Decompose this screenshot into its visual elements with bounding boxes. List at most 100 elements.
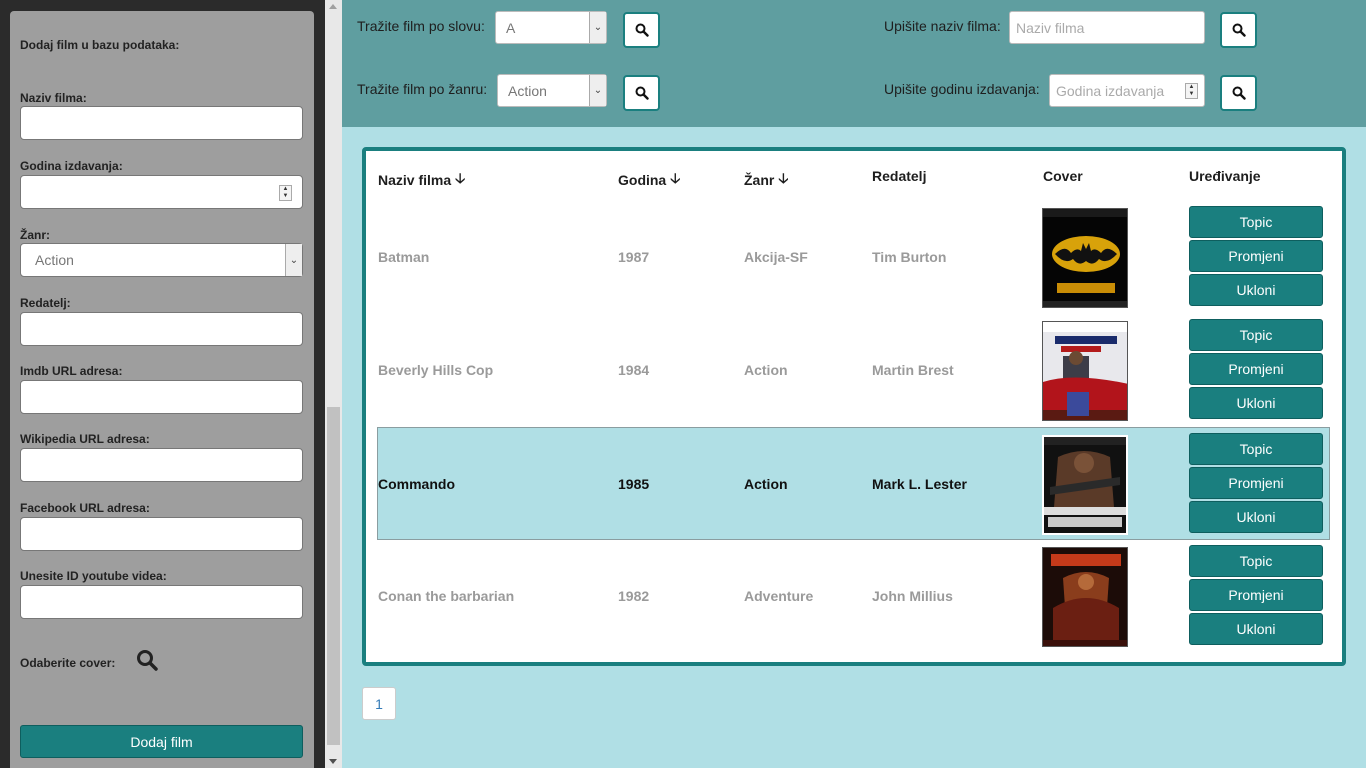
letter-select-value: A [506, 19, 516, 36]
table-row-selected[interactable]: Commando 1985 Action Mark L. Lester Topi… [377, 427, 1330, 540]
movies-table: Naziv filma 🡣 Godina 🡣 Žanr 🡣 Redatelj Cove… [362, 147, 1346, 666]
cell-director: Martin Brest [872, 362, 954, 378]
remove-button[interactable]: Ukloni [1189, 501, 1323, 533]
genre-filter-select[interactable]: Action ⌄ [497, 74, 607, 107]
column-header-genre-text: Žanr [744, 172, 775, 188]
table-row[interactable]: Beverly Hills Cop 1984 Action Martin Bre… [377, 314, 1330, 427]
cover-image [1042, 208, 1128, 308]
search-icon [635, 23, 649, 37]
cell-year: 1987 [618, 249, 650, 265]
search-icon [1232, 23, 1246, 37]
add-movie-sidebar: Dodaj film u bazu podataka: Naziv filma:… [10, 11, 314, 768]
add-movie-button[interactable]: Dodaj film [20, 725, 303, 758]
sort-arrow-down-icon[interactable]: 🡣 [670, 168, 680, 192]
edit-button[interactable]: Promjeni [1189, 353, 1323, 385]
facebook-url-label: Facebook URL adresa: [20, 501, 150, 515]
cell-title: Commando [378, 476, 455, 492]
title-input[interactable] [20, 106, 303, 140]
chevron-down-icon: ⌄ [589, 12, 606, 43]
search-by-genre-label: Tražite film po žanru: [357, 81, 488, 97]
remove-button[interactable]: Ukloni [1189, 613, 1323, 645]
release-year-input[interactable]: Godina izdavanja ▲ ▼ [1049, 74, 1205, 107]
wikipedia-url-label: Wikipedia URL adresa: [20, 432, 150, 446]
year-label: Godina izdavanja: [20, 159, 123, 173]
topic-button[interactable]: Topic [1189, 433, 1323, 465]
search-letter-button[interactable] [623, 12, 660, 48]
cover-image [1042, 435, 1128, 535]
sidebar-title: Dodaj film u bazu podataka: [20, 38, 180, 52]
search-bar: Tražite film po slovu: A ⌄ Tražite film … [342, 0, 1366, 127]
search-by-name-label: Upišite naziv filma: [884, 18, 1001, 34]
sort-arrow-down-icon[interactable]: 🡣 [778, 168, 788, 192]
genre-label: Žanr: [20, 228, 50, 242]
cover-image [1042, 321, 1128, 421]
pagination-page-1[interactable]: 1 [362, 687, 396, 720]
topic-button[interactable]: Topic [1189, 545, 1323, 577]
chevron-down-icon: ⌄ [589, 75, 606, 106]
sidebar-scrollbar[interactable] [325, 0, 342, 768]
cell-genre: Akcija-SF [744, 249, 808, 265]
youtube-id-label: Unesite ID youtube videa: [20, 569, 167, 583]
search-genre-button[interactable] [623, 75, 660, 111]
scroll-down-arrow-icon[interactable] [329, 759, 337, 764]
topic-button[interactable]: Topic [1189, 206, 1323, 238]
remove-button[interactable]: Ukloni [1189, 387, 1323, 419]
topic-button[interactable]: Topic [1189, 319, 1323, 351]
cell-director: Mark L. Lester [872, 476, 967, 492]
column-header-director: Redatelj [872, 168, 927, 184]
column-header-genre[interactable]: Žanr 🡣 [744, 168, 788, 192]
column-header-actions: Uređivanje [1189, 168, 1261, 184]
search-by-year-label: Upišite godinu izdavanja: [884, 81, 1040, 97]
cell-genre: Action [744, 476, 788, 492]
column-header-title-text: Naziv filma [378, 172, 452, 188]
year-spinner[interactable]: ▲ ▼ [279, 185, 292, 201]
column-header-title[interactable]: Naziv filma 🡣 [378, 168, 465, 192]
youtube-id-input[interactable] [20, 585, 303, 619]
genre-select[interactable]: Action ⌄ [20, 243, 303, 277]
imdb-url-label: Imdb URL adresa: [20, 364, 123, 378]
cell-genre: Adventure [744, 588, 814, 604]
genre-filter-value: Action [508, 82, 547, 99]
genre-select-value: Action [35, 252, 74, 268]
year-input[interactable]: ▲ ▼ [20, 175, 303, 209]
search-icon [635, 86, 649, 100]
cell-year: 1982 [618, 588, 650, 604]
edit-button[interactable]: Promjeni [1189, 579, 1323, 611]
cell-title: Conan the barbarian [378, 588, 515, 604]
cell-director: John Millius [872, 588, 953, 604]
column-header-year-text: Godina [618, 172, 667, 188]
table-row[interactable]: Conan the barbarian 1982 Adventure John … [377, 540, 1330, 653]
cell-year: 1985 [618, 476, 650, 492]
letter-select[interactable]: A ⌄ [495, 11, 607, 44]
release-year-placeholder: Godina izdavanja [1056, 82, 1165, 99]
title-label: Naziv filma: [20, 91, 87, 105]
table-row[interactable]: Batman 1987 Akcija-SF Tim Burton Topic P… [377, 201, 1330, 314]
facebook-url-input[interactable] [20, 517, 303, 551]
imdb-url-input[interactable] [20, 380, 303, 414]
cell-title: Batman [378, 249, 430, 265]
director-input[interactable] [20, 312, 303, 346]
remove-button[interactable]: Ukloni [1189, 274, 1323, 306]
scrollbar-thumb[interactable] [327, 407, 340, 745]
wikipedia-url-input[interactable] [20, 448, 303, 482]
cover-label: Odaberite cover: [20, 656, 116, 670]
scroll-up-arrow-icon[interactable] [329, 4, 337, 9]
search-by-letter-label: Tražite film po slovu: [357, 18, 485, 34]
movie-name-input[interactable]: Naziv filma [1009, 11, 1205, 44]
edit-button[interactable]: Promjeni [1189, 240, 1323, 272]
cover-image [1042, 547, 1128, 647]
cell-year: 1984 [618, 362, 650, 378]
movie-name-placeholder: Naziv filma [1016, 19, 1085, 36]
edit-button[interactable]: Promjeni [1189, 467, 1323, 499]
release-year-spinner[interactable]: ▲ ▼ [1185, 83, 1198, 99]
column-header-year[interactable]: Godina 🡣 [618, 168, 680, 192]
cell-title: Beverly Hills Cop [378, 362, 494, 378]
director-label: Redatelj: [20, 296, 71, 310]
column-header-cover: Cover [1043, 168, 1083, 184]
sort-arrow-down-icon[interactable]: 🡣 [455, 168, 465, 192]
chevron-down-icon: ⌄ [285, 244, 302, 276]
search-icon [1232, 86, 1246, 100]
search-icon[interactable] [136, 649, 158, 671]
search-name-button[interactable] [1220, 12, 1257, 48]
search-year-button[interactable] [1220, 75, 1257, 111]
